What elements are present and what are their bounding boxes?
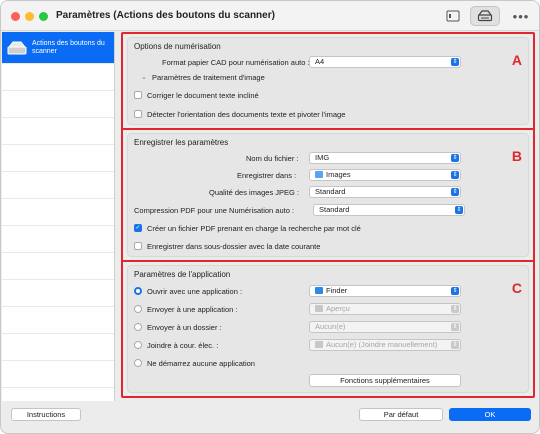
chevron-updown-icon: ⇕ — [451, 188, 459, 196]
attach-email-label: Joindre à cour. élec. : — [147, 341, 219, 350]
sidebar-empty-row — [2, 145, 114, 172]
image-processing-toggle[interactable]: Paramètres de traitement d'image — [152, 73, 265, 82]
section-marker: C — [511, 280, 522, 296]
scan-options-section: Options de numérisation A Format papier … — [127, 37, 529, 125]
scanner-icon — [477, 10, 493, 22]
filename-input[interactable]: IMG ⇕ — [309, 152, 461, 164]
sidebar-empty-row — [2, 253, 114, 280]
jpeg-quality-label: Qualité des images JPEG : — [209, 188, 300, 197]
sidebar-empty-row — [2, 118, 114, 145]
sidebar-empty-row — [2, 64, 114, 91]
scanner-icon — [7, 41, 27, 54]
chevron-updown-icon: ⇕ — [451, 154, 459, 162]
send-to-app-value: Aperçu — [326, 304, 350, 313]
section-marker: B — [511, 148, 522, 164]
save-in-select[interactable]: Images ⇕ — [309, 169, 461, 181]
folder-icon — [315, 341, 323, 348]
sidebar-item-label: Actions des boutons du scanner — [32, 39, 105, 55]
save-in-value: Images — [326, 170, 351, 179]
sidebar-empty-row — [2, 199, 114, 226]
chevron-updown-icon: ⇕ — [451, 305, 459, 313]
preview-app-icon — [315, 305, 323, 312]
pdf-compression-label: Compression PDF pour une Numérisation au… — [134, 206, 295, 215]
section-marker: A — [511, 52, 522, 68]
send-to-app-select[interactable]: Aperçu ⇕ — [309, 303, 461, 315]
sidebar-empty-row — [2, 334, 114, 361]
open-with-app-value: Finder — [326, 286, 348, 295]
paper-size-value: A4 — [315, 57, 325, 66]
attach-email-value: Aucun(e) (Joindre manuellement) — [326, 340, 438, 349]
chevron-updown-icon: ⇕ — [451, 287, 459, 295]
sidebar: Actions des boutons du scanner — [2, 32, 115, 401]
application-settings-section: Paramètres de l'application C Ouvrir ave… — [127, 265, 529, 393]
sidebar-empty-row — [2, 172, 114, 199]
chevron-down-icon[interactable]: ⌄ — [141, 73, 147, 81]
sidebar-item-scanner-button-actions[interactable]: Actions des boutons du scanner — [2, 32, 114, 64]
paper-size-select[interactable]: A4 ⇕ — [309, 56, 461, 68]
sidebar-empty-row — [2, 280, 114, 307]
send-to-app-radio[interactable] — [134, 305, 142, 313]
attach-email-select[interactable]: Aucun(e) (Joindre manuellement) ⇕ — [309, 339, 461, 351]
open-with-app-radio[interactable] — [134, 287, 142, 295]
sidebar-empty-row — [2, 361, 114, 388]
chevron-updown-icon: ⇕ — [451, 171, 459, 179]
searchable-pdf-checkbox[interactable]: ✓ — [134, 224, 142, 232]
filename-label: Nom du fichier : — [246, 154, 299, 163]
finder-icon — [315, 287, 323, 294]
paper-size-label: Format papier CAD pour numérisation auto… — [162, 58, 310, 67]
no-app-radio[interactable] — [134, 359, 142, 367]
deskew-checkbox[interactable] — [134, 91, 142, 99]
sidebar-empty-row — [2, 91, 114, 118]
ok-button[interactable]: OK — [449, 408, 531, 421]
section-divider — [123, 128, 533, 130]
deskew-label: Corriger le document texte incliné — [147, 91, 259, 100]
more-options-button[interactable]: ••• — [506, 6, 536, 26]
title-bar: Paramètres (Actions des boutons du scann… — [1, 1, 539, 31]
scanner-button-settings-tab[interactable] — [470, 6, 500, 26]
more-functions-button[interactable]: Fonctions supplémentaires — [309, 374, 461, 387]
sidebar-empty-row — [2, 307, 114, 334]
document-settings-icon — [446, 10, 460, 22]
save-settings-section: Enregistrer les paramètres B Nom du fich… — [127, 133, 529, 257]
sidebar-empty-row — [2, 226, 114, 253]
send-to-folder-label: Envoyer à un dossier : — [147, 323, 222, 332]
close-window-button[interactable] — [11, 12, 20, 21]
chevron-updown-icon: ⇕ — [451, 341, 459, 349]
section-title: Options de numérisation — [134, 42, 221, 51]
date-subfolder-checkbox[interactable] — [134, 242, 142, 250]
send-to-app-label: Envoyer à une application : — [147, 305, 238, 314]
send-to-folder-value: Aucun(e) — [315, 322, 346, 331]
default-button[interactable]: Par défaut — [359, 408, 443, 421]
zoom-window-button[interactable] — [39, 12, 48, 21]
jpeg-quality-select[interactable]: Standard ⇕ — [309, 186, 461, 198]
jpeg-quality-value: Standard — [315, 187, 346, 196]
chevron-updown-icon: ⇕ — [455, 206, 463, 214]
searchable-pdf-label: Créer un fichier PDF prenant en charge l… — [147, 224, 361, 233]
pdf-compression-value: Standard — [319, 205, 350, 214]
orientation-checkbox[interactable] — [134, 110, 142, 118]
open-with-app-select[interactable]: Finder ⇕ — [309, 285, 461, 297]
minimize-window-button[interactable] — [25, 12, 34, 21]
attach-email-radio[interactable] — [134, 341, 142, 349]
date-subfolder-label: Enregistrer dans sous-dossier avec la da… — [147, 242, 321, 251]
pdf-compression-select[interactable]: Standard ⇕ — [313, 204, 465, 216]
folder-icon — [315, 171, 323, 178]
section-title: Enregistrer les paramètres — [134, 138, 229, 147]
window-title: Paramètres (Actions des boutons du scann… — [56, 10, 275, 21]
no-app-label: Ne démarrez aucune application — [147, 359, 255, 368]
orientation-label: Détecter l'orientation des documents tex… — [147, 110, 346, 119]
instructions-button[interactable]: Instructions — [11, 408, 81, 421]
general-settings-tab[interactable] — [438, 6, 468, 26]
send-to-folder-select[interactable]: Aucun(e) ⇕ — [309, 321, 461, 333]
save-in-label: Enregistrer dans : — [237, 171, 297, 180]
settings-window: Paramètres (Actions des boutons du scann… — [0, 0, 540, 434]
open-with-app-label: Ouvrir avec une application : — [147, 287, 243, 296]
filename-value: IMG — [315, 153, 330, 162]
send-to-folder-radio[interactable] — [134, 323, 142, 331]
chevron-updown-icon: ⇕ — [451, 323, 459, 331]
settings-panel: Options de numérisation A Format papier … — [121, 32, 535, 398]
section-divider — [123, 260, 533, 262]
chevron-updown-icon: ⇕ — [451, 58, 459, 66]
section-title: Paramètres de l'application — [134, 270, 231, 279]
